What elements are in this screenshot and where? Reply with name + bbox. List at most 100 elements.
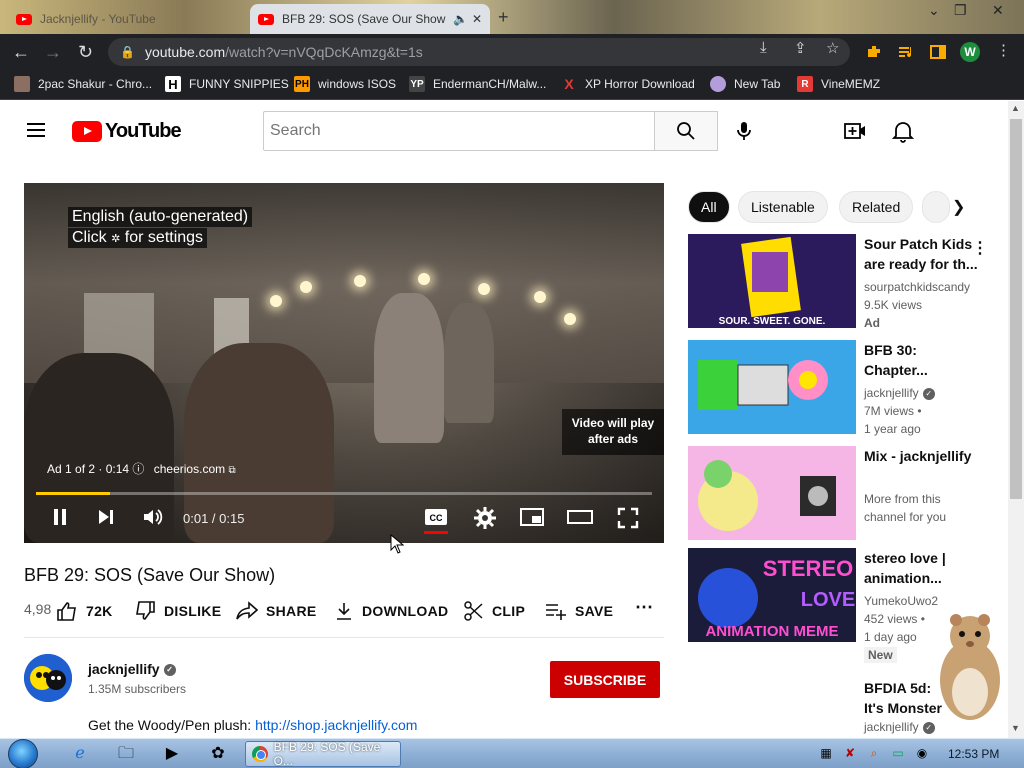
share-icon[interactable]: ⇪ — [794, 39, 807, 57]
recommendation-item[interactable]: Mix - jacknjellify More from this channe… — [688, 446, 1008, 542]
youtube-wordmark: YouTube — [105, 120, 182, 142]
progress-bar[interactable] — [36, 492, 652, 495]
subscribe-button[interactable]: SUBSCRIBE — [550, 661, 660, 698]
create-video-icon[interactable] — [843, 121, 867, 141]
page-scrollbar[interactable]: ▲ ▼ — [1008, 101, 1024, 738]
tray-network-icon[interactable]: ▭ — [890, 746, 906, 762]
media-control-icon[interactable] — [897, 43, 915, 61]
forward-icon[interactable]: → — [44, 42, 62, 63]
bookmark-2pac[interactable]: 2pac Shakur - Chro... — [14, 76, 152, 92]
description-link[interactable]: http://shop.jacknjellify.com — [255, 717, 417, 733]
install-app-icon[interactable]: ⤓ — [760, 39, 767, 56]
bookmark-star-icon[interactable]: ☆ — [826, 39, 839, 57]
youtube-logo[interactable]: YouTube — [72, 120, 182, 143]
thumbs-down-icon — [136, 601, 155, 620]
bookmark-label: 2pac Shakur - Chro... — [38, 77, 153, 91]
channel-name[interactable]: jacknjellify ✓ — [88, 661, 176, 677]
tray-search-icon[interactable]: ⌕ — [866, 746, 882, 762]
profile-avatar[interactable]: W — [960, 42, 980, 62]
bookmark-funny-snippies[interactable]: H FUNNY SNIPPIES — [165, 76, 289, 92]
download-icon — [337, 603, 351, 620]
youtube-play-icon — [72, 121, 102, 142]
recommendation-title[interactable]: BFB 30: Chapter... — [864, 340, 982, 380]
restore-window-icon[interactable]: ❐ — [954, 2, 967, 19]
new-tab-icon[interactable]: + — [498, 7, 509, 28]
tray-app-icon[interactable]: ▦ — [818, 746, 834, 762]
thumbnail-image: SOUR. SWEET. GONE. — [688, 234, 856, 328]
bookmark-xp-horror[interactable]: X XP Horror Download — [561, 76, 695, 92]
search-input[interactable] — [263, 111, 655, 151]
video-thumbnail[interactable] — [688, 446, 856, 540]
next-icon[interactable] — [96, 507, 116, 527]
notifications-bell-icon[interactable] — [892, 119, 914, 143]
share-arrow-icon — [236, 601, 258, 620]
ad-domain-link[interactable]: cheerios.com — [154, 462, 225, 476]
recommendation-title[interactable]: Mix - jacknjellify — [864, 446, 982, 466]
chip-related[interactable]: Related — [839, 191, 914, 223]
pause-icon[interactable] — [50, 507, 70, 527]
download-button[interactable]: DOWNLOAD — [334, 601, 448, 621]
scrollbar-thumb[interactable] — [1010, 119, 1022, 499]
speaker-icon[interactable]: 🔈 — [453, 12, 468, 26]
recommendation-age: 1 day ago — [864, 630, 917, 644]
bookmark-vinememz[interactable]: R VineMEMZ — [797, 76, 880, 92]
scroll-down-icon[interactable]: ▼ — [1011, 723, 1020, 733]
tab-jacknjellify[interactable]: Jacknjellify - YouTube — [8, 4, 248, 34]
internet-explorer-icon[interactable]: ℯ — [62, 743, 98, 767]
video-thumbnail[interactable]: SOUR. SWEET. GONE. — [688, 234, 856, 328]
close-window-icon[interactable]: ✕ — [992, 2, 1004, 19]
more-actions-icon[interactable]: ⋯ — [635, 597, 653, 618]
fullscreen-icon[interactable] — [617, 507, 639, 529]
settings-gear-icon[interactable] — [474, 507, 496, 529]
video-thumbnail[interactable]: STEREO LOVE ANIMATION MEME — [688, 548, 856, 642]
clip-button[interactable]: CLIP — [464, 601, 525, 621]
extensions-puzzle-icon[interactable] — [865, 43, 883, 61]
channel-name-text[interactable]: jacknjellify — [88, 661, 160, 677]
theater-mode-icon[interactable] — [567, 507, 593, 527]
close-tab-icon[interactable]: ✕ — [472, 12, 482, 26]
chip-partial[interactable] — [922, 191, 950, 223]
bookmark-endermanch[interactable]: YP EndermanCH/Malw... — [409, 76, 546, 92]
share-button[interactable]: SHARE — [236, 601, 317, 621]
side-panel-icon[interactable] — [929, 43, 947, 61]
bookmark-windows-isos[interactable]: PH windows ISOS — [294, 76, 396, 92]
media-player-icon[interactable]: ▶ — [154, 743, 190, 767]
recommendation-item[interactable]: BFB 30: Chapter... jacknjellify ✓ 7M view… — [688, 340, 1008, 436]
chip-all[interactable]: All — [688, 191, 730, 223]
paint-icon[interactable]: ✿ — [200, 743, 236, 767]
reload-icon[interactable]: ↻ — [78, 42, 93, 63]
tray-security-icon[interactable]: ✘ — [842, 746, 858, 762]
volume-icon[interactable] — [142, 507, 164, 527]
video-thumbnail[interactable] — [688, 340, 856, 434]
bookmark-new-tab[interactable]: New Tab — [710, 76, 780, 92]
info-icon[interactable]: ⓘ — [132, 462, 147, 476]
save-button[interactable]: SAVE — [545, 601, 613, 621]
address-bar[interactable]: 🔒 youtube.com/watch?v=nVQqDcKAmzg&t=1s — [108, 38, 850, 66]
scroll-up-icon[interactable]: ▲ — [1011, 103, 1020, 113]
chevron-right-icon[interactable]: ❯ — [952, 197, 965, 217]
recommendation-item[interactable]: SOUR. SWEET. GONE. Sour Patch Kids are r… — [688, 234, 1008, 330]
file-explorer-icon[interactable]: 🗀 — [108, 743, 144, 767]
search-button[interactable] — [654, 111, 718, 151]
subscriber-count: 1.35M subscribers — [88, 682, 187, 696]
hamburger-menu-icon[interactable] — [27, 123, 45, 137]
tab-bfb29[interactable]: BFB 29: SOS (Save Our Show 🔈 ✕ — [250, 4, 490, 34]
tray-volume-icon[interactable]: ◉ — [914, 746, 930, 762]
microphone-icon[interactable] — [732, 119, 756, 143]
menu-kebab-icon[interactable]: ⋮ — [996, 41, 1011, 59]
miniplayer-icon[interactable] — [520, 507, 544, 527]
recommendation-title[interactable]: Sour Patch Kids are ready for th... — [864, 234, 982, 274]
taskbar-chrome-window[interactable]: BFB 29: SOS (Save O... — [245, 740, 401, 768]
closed-captions-icon[interactable]: CC — [424, 507, 448, 527]
chip-listenable[interactable]: Listenable — [738, 191, 828, 223]
recommendation-title[interactable]: stereo love | animation... — [864, 548, 982, 588]
dislike-button[interactable]: DISLIKE — [134, 601, 221, 621]
like-button[interactable]: 72K — [56, 601, 113, 621]
more-options-icon[interactable]: ⋮ — [972, 238, 988, 258]
video-player[interactable]: English (auto-generated) Click ✲ for set… — [24, 183, 664, 543]
start-button[interactable] — [8, 739, 38, 768]
back-icon[interactable]: ← — [12, 42, 30, 63]
channel-avatar[interactable] — [24, 654, 72, 702]
chevron-down-icon[interactable]: ⌄ — [928, 2, 940, 19]
taskbar-clock[interactable]: 12:53 PM — [948, 747, 999, 761]
